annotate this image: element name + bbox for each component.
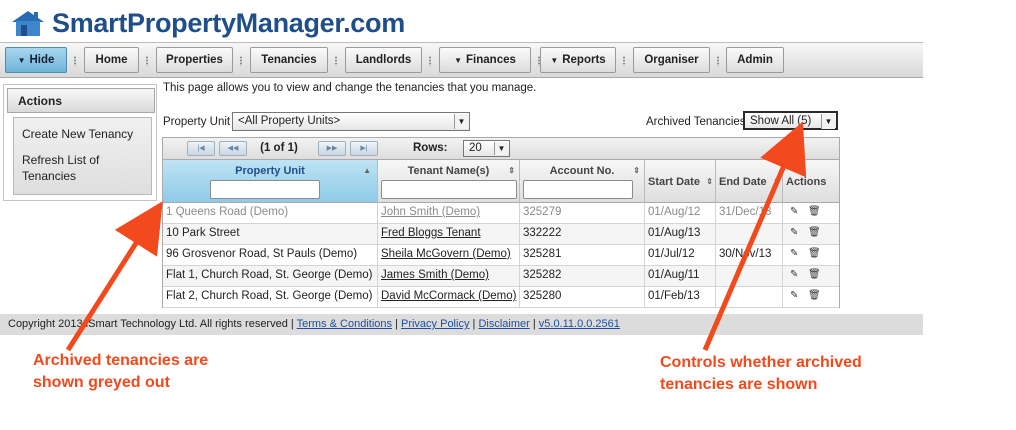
arrow-left bbox=[65, 201, 163, 352]
arrow-right bbox=[702, 121, 807, 351]
annotation-archived-control: Controls whether archived tenancies are … bbox=[660, 352, 862, 396]
annotation-line: tenancies are shown bbox=[660, 376, 818, 393]
annotation-line: shown greyed out bbox=[33, 374, 170, 391]
annotation-line: Archived tenancies are bbox=[33, 352, 209, 369]
annotation-archived-greyed: Archived tenancies are shown greyed out bbox=[33, 350, 208, 394]
annotation-line: Controls whether archived bbox=[660, 354, 862, 371]
